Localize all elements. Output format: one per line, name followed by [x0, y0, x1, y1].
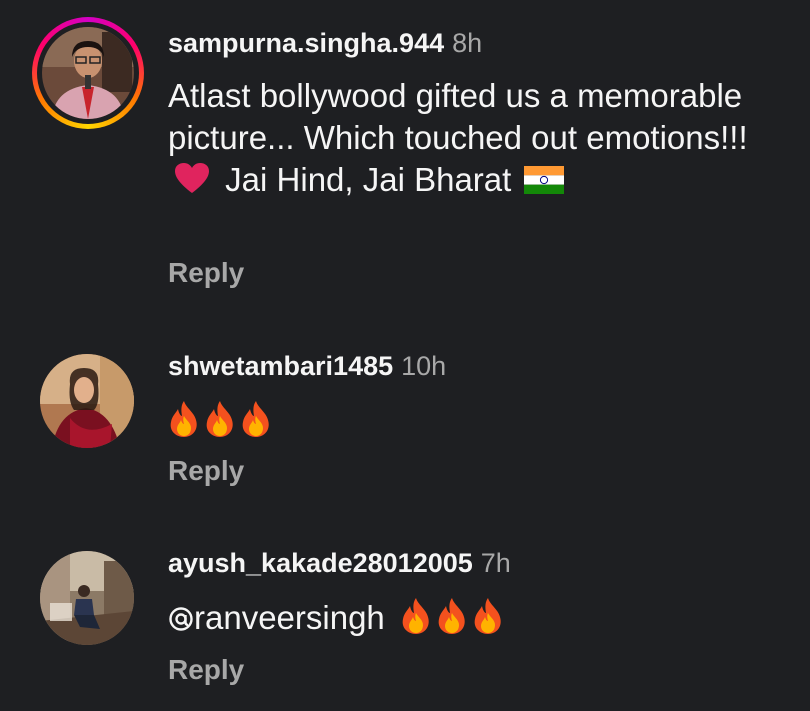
timestamp: 8h: [452, 28, 483, 58]
comment-header: shwetambari1485 10h: [168, 351, 446, 382]
avatar: [42, 27, 134, 119]
fire-icon: [170, 401, 197, 437]
comment-header: sampurna.singha.944 8h: [168, 28, 482, 59]
fire-icon: [402, 598, 429, 634]
reply-button[interactable]: Reply: [168, 257, 244, 289]
mention-link[interactable]: ranveersingh: [168, 599, 385, 636]
username[interactable]: sampurna.singha.944: [168, 28, 444, 58]
threads-at-icon: [169, 607, 193, 631]
avatar[interactable]: [40, 354, 134, 448]
username[interactable]: shwetambari1485: [168, 351, 393, 381]
comment-text-part: Jai Hind, Jai Bharat: [225, 161, 512, 198]
india-flag-icon: [524, 166, 565, 194]
red-heart-icon: [175, 163, 209, 193]
comment-header: ayush_kakade28012005 7h: [168, 548, 511, 579]
timestamp: 10h: [401, 351, 447, 381]
comment-text: ranveersingh: [168, 597, 788, 639]
fire-icon: [438, 598, 465, 634]
fire-icon: [206, 401, 233, 437]
reply-button[interactable]: Reply: [168, 455, 244, 487]
comment-text: [168, 400, 788, 442]
avatar-story-ring[interactable]: [32, 17, 144, 129]
comment-text-part: Atlast bollywood gifted us a memorable p…: [168, 77, 748, 156]
fire-icon: [474, 598, 501, 634]
fire-icon: [242, 401, 269, 437]
comment-text: Atlast bollywood gifted us a memorable p…: [168, 75, 788, 201]
reply-button[interactable]: Reply: [168, 654, 244, 686]
mention-username: ranveersingh: [194, 599, 385, 636]
username[interactable]: ayush_kakade28012005: [168, 548, 473, 578]
avatar[interactable]: [40, 551, 134, 645]
timestamp: 7h: [480, 548, 511, 578]
